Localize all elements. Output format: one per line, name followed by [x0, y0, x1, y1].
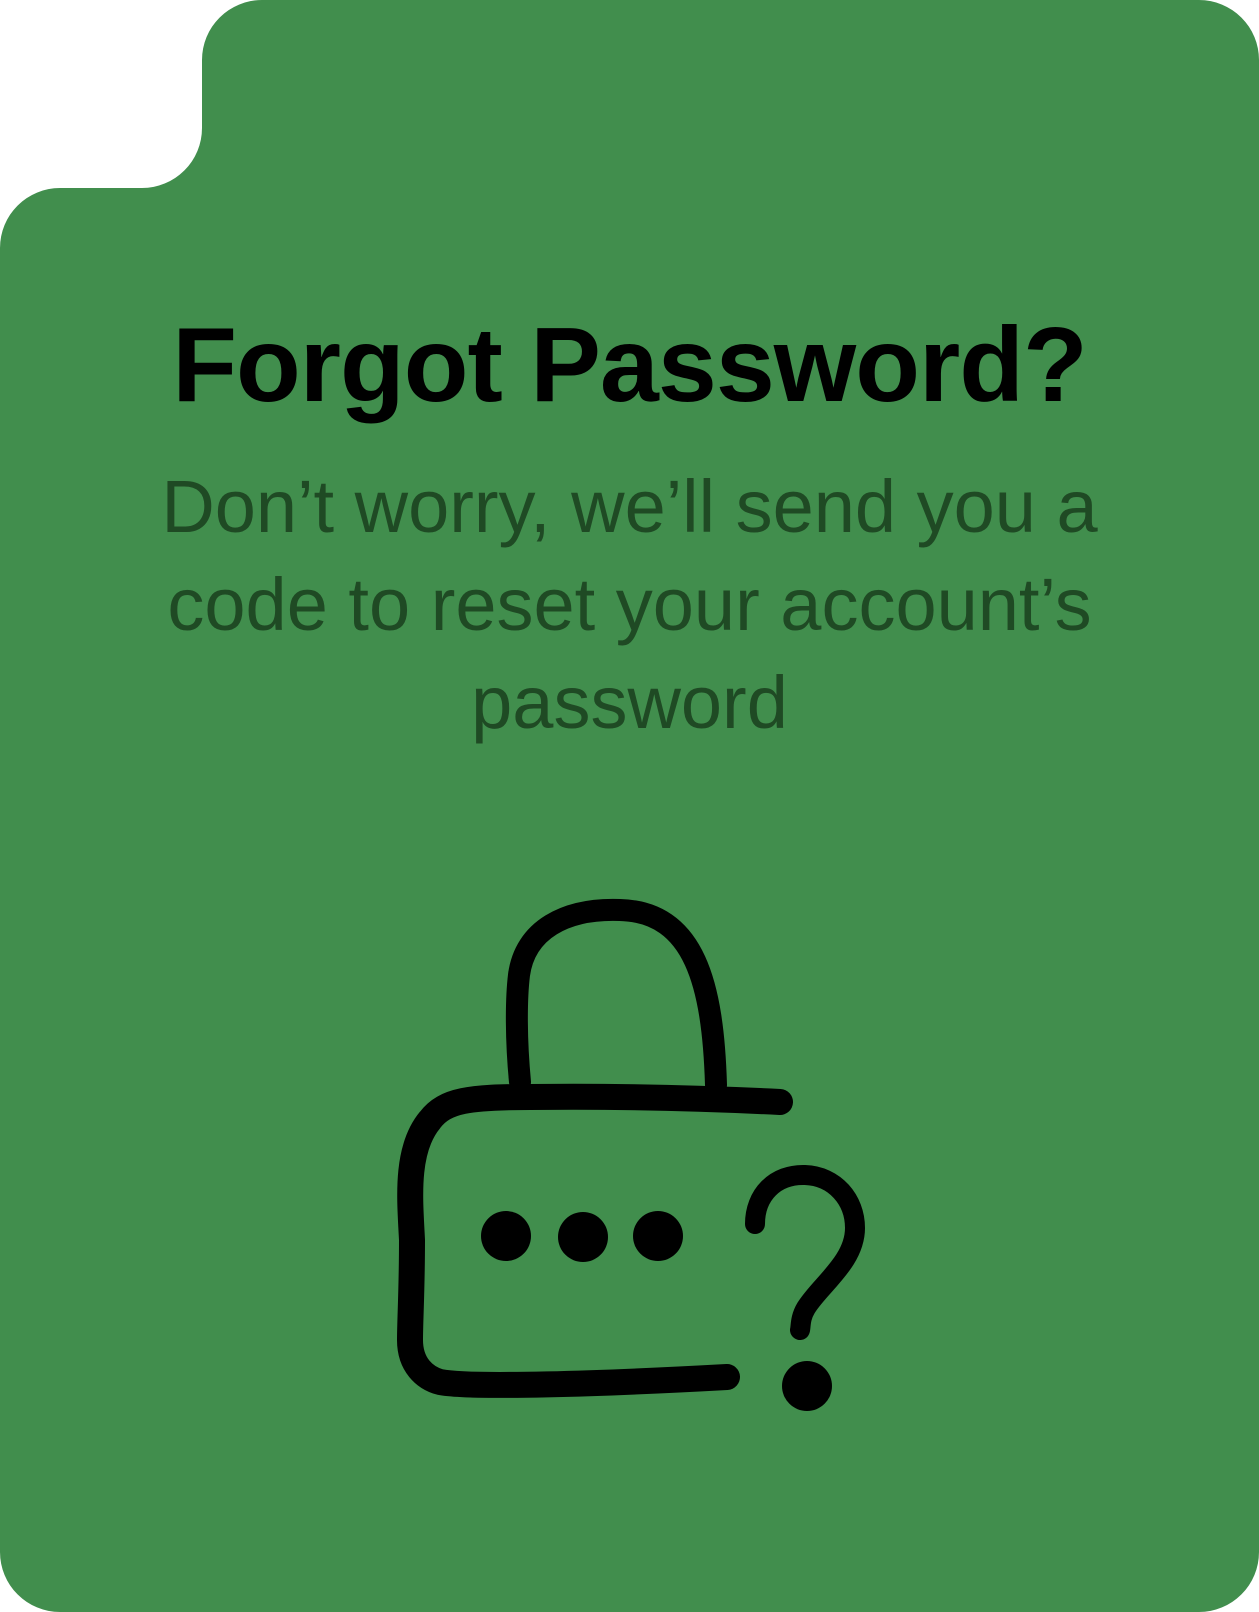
page-title: Forgot Password?	[172, 306, 1088, 424]
content-area: Forgot Password? Don’t worry, we’ll send…	[0, 0, 1259, 1612]
padlock-question-icon	[390, 890, 870, 1415]
forgot-password-screen: Forgot Password? Don’t worry, we’ll send…	[0, 0, 1259, 1612]
page-description: Don’t worry, we’ll send you a code to re…	[161, 465, 1098, 744]
